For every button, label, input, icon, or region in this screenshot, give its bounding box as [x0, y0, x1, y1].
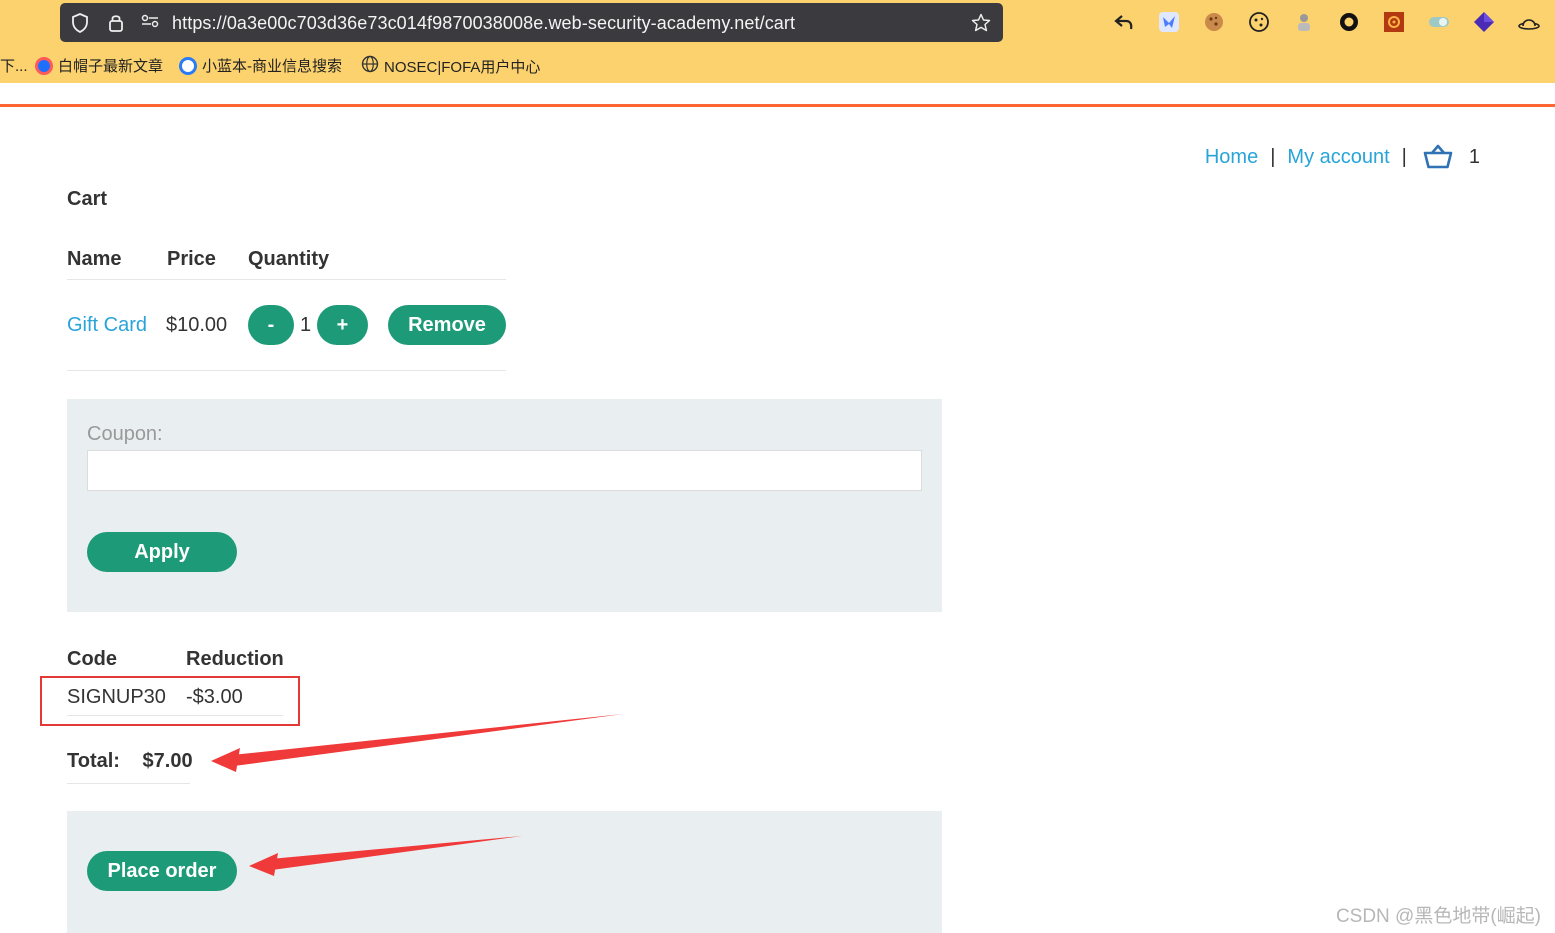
- decrease-quantity-button[interactable]: -: [248, 305, 294, 345]
- checkout-panel: Place order: [67, 811, 942, 933]
- product-link[interactable]: Gift Card: [67, 314, 147, 337]
- wappalyzer-icon[interactable]: [1293, 11, 1315, 33]
- coupon-label: Coupon:: [87, 423, 163, 445]
- column-header-quantity: Quantity: [248, 248, 330, 270]
- my-account-link[interactable]: My account: [1287, 146, 1389, 169]
- table-divider: [67, 279, 506, 280]
- coupon-input[interactable]: [87, 450, 922, 491]
- permissions-icon[interactable]: [140, 13, 160, 33]
- total-divider: [67, 783, 190, 784]
- column-header-price: Price: [167, 248, 216, 270]
- page-top-spacer: [0, 83, 1555, 104]
- order-total: Total: $7.00: [67, 750, 193, 773]
- watermark: CSDN @黑色地带(崛起): [1335, 906, 1541, 927]
- lock-icon[interactable]: [106, 13, 126, 33]
- column-header-code: Code: [67, 648, 117, 670]
- hat-extension-icon[interactable]: [1518, 11, 1540, 33]
- total-value: $7.00: [142, 750, 193, 772]
- total-label: Total:: [67, 750, 120, 772]
- bookmark-label: 下...: [0, 58, 28, 75]
- bookmarks-bar: 下... 白帽子最新文章 小蓝本-商业信息搜索 NOSEC|FOFA用户中心: [0, 52, 1555, 76]
- nav-separator: |: [1270, 145, 1276, 168]
- star-icon[interactable]: [971, 13, 991, 33]
- remove-button[interactable]: Remove: [388, 305, 506, 345]
- baimaozi-icon: [35, 56, 53, 75]
- cookie-editor-icon[interactable]: [1248, 11, 1270, 33]
- cube-extension-icon[interactable]: [1473, 11, 1495, 33]
- toggle-extension-icon[interactable]: [1428, 11, 1450, 33]
- column-header-name: Name: [67, 248, 122, 270]
- product-price: $10.00: [166, 314, 228, 336]
- nav-separator: |: [1401, 145, 1407, 168]
- top-nav: Home | My account | 1: [1205, 144, 1480, 170]
- gear-extension-icon[interactable]: [1383, 11, 1405, 33]
- bookmark-label: NOSEC|FOFA用户中心: [384, 58, 541, 76]
- home-link[interactable]: Home: [1205, 146, 1258, 169]
- circle-extension-icon[interactable]: [1338, 11, 1360, 33]
- back-icon[interactable]: [1113, 11, 1135, 33]
- coupon-panel: Coupon: Apply: [67, 399, 942, 612]
- xiaolanben-icon: [179, 56, 197, 75]
- cart-count[interactable]: 1: [1469, 146, 1480, 169]
- cookie-extension-icon[interactable]: [1203, 11, 1225, 33]
- shield-icon[interactable]: [70, 13, 90, 33]
- bookmark-item[interactable]: 下...: [0, 55, 28, 76]
- place-order-button[interactable]: Place order: [87, 851, 237, 891]
- table-divider: [67, 370, 506, 371]
- increase-quantity-button[interactable]: +: [317, 305, 368, 345]
- address-bar[interactable]: https://0a3e00c703d36e73c014f9870038008e…: [60, 3, 1003, 42]
- bird-extension-icon[interactable]: [1158, 11, 1180, 33]
- header-accent-line: [0, 104, 1555, 107]
- cart-heading: Cart: [67, 188, 108, 210]
- browser-chrome: https://0a3e00c703d36e73c014f9870038008e…: [0, 0, 1555, 83]
- highlight-box: [40, 676, 300, 726]
- product-quantity: 1: [300, 314, 312, 336]
- globe-icon: [361, 55, 379, 77]
- bookmark-item[interactable]: 白帽子最新文章: [35, 55, 163, 76]
- bookmark-label: 白帽子最新文章: [58, 58, 164, 75]
- cart-basket-icon[interactable]: [1423, 144, 1453, 170]
- bookmark-item[interactable]: 小蓝本-商业信息搜索: [179, 55, 342, 76]
- apply-coupon-button[interactable]: Apply: [87, 532, 237, 572]
- bookmark-item[interactable]: NOSEC|FOFA用户中心: [361, 55, 540, 77]
- bookmark-label: 小蓝本-商业信息搜索: [202, 58, 342, 75]
- column-header-reduction: Reduction: [186, 648, 284, 670]
- url-text[interactable]: https://0a3e00c703d36e73c014f9870038008e…: [172, 13, 795, 34]
